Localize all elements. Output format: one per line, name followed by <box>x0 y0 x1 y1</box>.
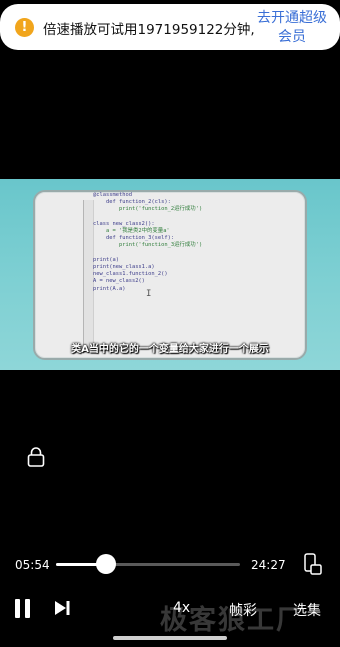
home-indicator[interactable] <box>113 636 227 640</box>
code-slide: @classmethod def function_2(cls): print(… <box>33 190 307 360</box>
current-time: 05:54 <box>15 558 50 572</box>
video-frame[interactable]: @classmethod def function_2(cls): print(… <box>0 179 340 370</box>
trial-message: 倍速播放可试用1971959122分钟, <box>43 22 255 38</box>
trial-banner: ! 倍速播放可试用1971959122分钟, 去开通超级会员 <box>0 4 340 50</box>
warning-icon: ! <box>15 18 34 37</box>
code-line: print(new_class1.a) <box>93 264 155 271</box>
pause-button[interactable] <box>15 599 31 618</box>
code-line: print(a) <box>93 256 119 263</box>
code-line: print('function_2运行成功') <box>93 206 203 213</box>
code-line: print(A.a) <box>93 285 126 292</box>
text-cursor-icon: I <box>146 289 152 299</box>
code-line: class new_class2(): <box>93 220 155 227</box>
video-subtitle: 类A当中的它的一个变量给大家进行一个展示 <box>71 344 269 355</box>
code-line: A = new_class2() <box>93 278 145 285</box>
quality-button[interactable]: 帧彩 <box>229 600 257 620</box>
code-line: @classmethod <box>93 192 132 198</box>
progress-knob[interactable] <box>95 554 116 574</box>
next-episode-button[interactable] <box>54 600 70 616</box>
episodes-button[interactable]: 选集 <box>293 600 321 620</box>
code-line: print('function_3运行成功') <box>93 242 203 249</box>
code-line: new_class1.function_2() <box>93 271 168 278</box>
code-line: a = '我是类2中的变量a' <box>93 228 170 235</box>
open-vip-link[interactable]: 去开通超级会员 <box>254 9 330 47</box>
progress-track[interactable] <box>56 563 240 566</box>
speed-button[interactable]: 4x <box>173 600 190 616</box>
duration: 24:27 <box>251 558 286 572</box>
code-block: @classmethod def function_2(cls): print(… <box>93 192 298 342</box>
lock-icon[interactable] <box>27 447 45 467</box>
rotate-screen-icon[interactable] <box>304 553 322 575</box>
